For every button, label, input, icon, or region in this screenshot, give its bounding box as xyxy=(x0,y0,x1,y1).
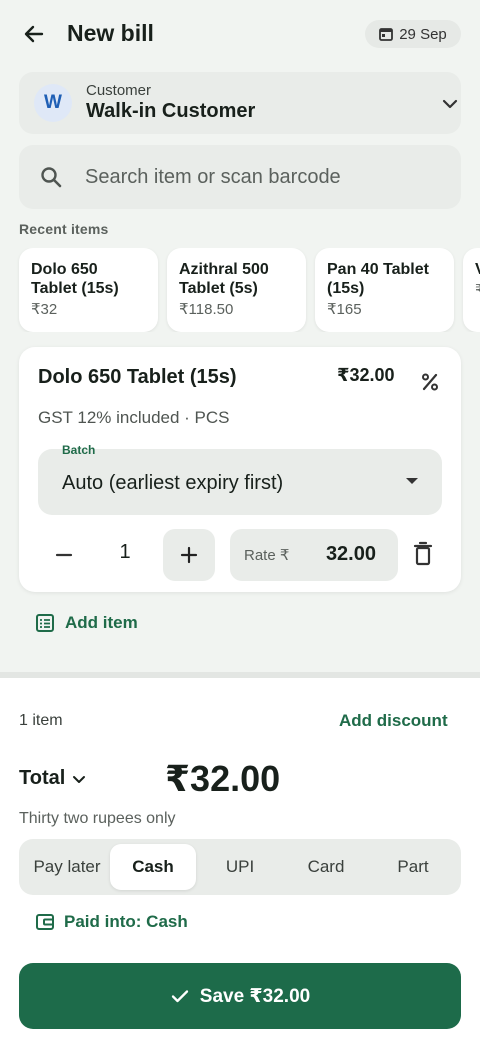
recent-item-name: Dolo 650 Tablet (15s) xyxy=(31,261,119,297)
search-bar[interactable] xyxy=(19,145,461,209)
chevron-down-icon xyxy=(73,775,86,783)
recent-item-price: ₹32 xyxy=(31,301,58,318)
tab-pay-later[interactable]: Pay later xyxy=(24,844,110,890)
list-add-icon xyxy=(36,614,54,632)
line-item-price: ₹32.00 xyxy=(337,365,395,385)
date-label: 29 Sep xyxy=(399,25,447,43)
recent-item-name: V g xyxy=(475,260,480,279)
trash-icon[interactable] xyxy=(411,540,435,568)
rate-field[interactable]: Rate ₹ 32.00 xyxy=(230,529,398,581)
search-input[interactable] xyxy=(85,159,445,195)
line-item-card: Dolo 650 Tablet (15s) ₹32.00 GST 12% inc… xyxy=(19,347,461,592)
recent-item-price: ₹165 xyxy=(327,301,362,318)
batch-value: Auto (earliest expiry first) xyxy=(62,472,284,494)
back-button[interactable] xyxy=(14,14,54,54)
item-count: 1 item xyxy=(19,712,63,729)
minus-icon xyxy=(55,553,73,557)
total-toggle[interactable]: Total xyxy=(19,767,87,790)
add-item-label: Add item xyxy=(65,613,138,632)
recent-items-label: Recent items xyxy=(19,221,109,237)
save-button[interactable]: Save ₹32.00 xyxy=(19,963,461,1029)
caret-down-icon xyxy=(406,478,418,484)
total-label: Total xyxy=(19,767,66,789)
paid-into-selector[interactable]: Paid into: Cash xyxy=(35,912,188,932)
chevron-down-icon xyxy=(442,99,458,109)
save-button-label: Save ₹32.00 xyxy=(199,985,311,1007)
increase-quantity-button[interactable] xyxy=(163,529,215,581)
recent-item-price: ₹ xyxy=(475,282,480,299)
recent-item-card[interactable]: Dolo 650 Tablet (15s) ₹32 xyxy=(19,248,158,332)
recent-item-name: Pan 40 Tablet (15s) xyxy=(327,261,429,297)
recent-item-card[interactable]: Azithral 500 Tablet (5s) ₹118.50 xyxy=(167,248,306,332)
paid-into-label: Paid into: Cash xyxy=(64,912,188,931)
plus-icon xyxy=(180,546,198,564)
recent-items-row: Dolo 650 Tablet (15s) ₹32 Azithral 500 T… xyxy=(0,248,480,332)
amount-in-words: Thirty two rupees only xyxy=(19,810,176,827)
app-bar: New bill 29 Sep xyxy=(0,0,480,68)
recent-item-card[interactable]: Pan 40 Tablet (15s) ₹165 xyxy=(315,248,454,332)
total-amount: ₹32.00 xyxy=(165,758,281,799)
line-item-name: Dolo 650 Tablet (15s) xyxy=(38,366,237,388)
payment-mode-tabs: Pay later Cash UPI Card Part xyxy=(19,839,461,895)
section-divider xyxy=(0,672,480,678)
decrease-quantity-button[interactable] xyxy=(38,529,90,581)
batch-label: Batch xyxy=(62,443,96,457)
line-item-meta: GST 12% included · PCS xyxy=(38,408,230,427)
percent-icon[interactable] xyxy=(418,370,442,394)
rate-value: 32.00 xyxy=(325,543,376,565)
recent-item-price: ₹118.50 xyxy=(179,301,234,318)
recent-item-name: Azithral 500 Tablet (5s) xyxy=(179,261,269,297)
rate-label: Rate ₹ xyxy=(244,547,290,564)
recent-item-card[interactable]: V g ₹ xyxy=(463,248,480,332)
tab-card[interactable]: Card xyxy=(283,844,369,890)
customer-name: Walk-in Customer xyxy=(86,100,256,122)
tab-cash[interactable]: Cash xyxy=(110,844,196,890)
calendar-icon xyxy=(379,28,394,41)
arrow-left-icon xyxy=(24,25,44,43)
add-discount-link[interactable]: Add discount xyxy=(339,711,448,731)
page-title: New bill xyxy=(67,20,154,46)
date-chip[interactable]: 29 Sep xyxy=(365,20,461,48)
tab-upi[interactable]: UPI xyxy=(197,844,283,890)
add-item-button[interactable]: Add item xyxy=(35,613,138,633)
avatar: W xyxy=(34,84,72,122)
wallet-icon xyxy=(36,914,54,930)
quantity-value[interactable]: 1 xyxy=(115,541,135,564)
batch-select[interactable]: Batch Auto (earliest expiry first) xyxy=(38,443,442,515)
customer-selector[interactable]: W Customer Walk-in Customer xyxy=(19,72,461,134)
check-icon xyxy=(171,990,188,1003)
customer-label: Customer xyxy=(86,82,152,99)
tab-part[interactable]: Part xyxy=(370,844,456,890)
search-icon xyxy=(41,167,62,188)
